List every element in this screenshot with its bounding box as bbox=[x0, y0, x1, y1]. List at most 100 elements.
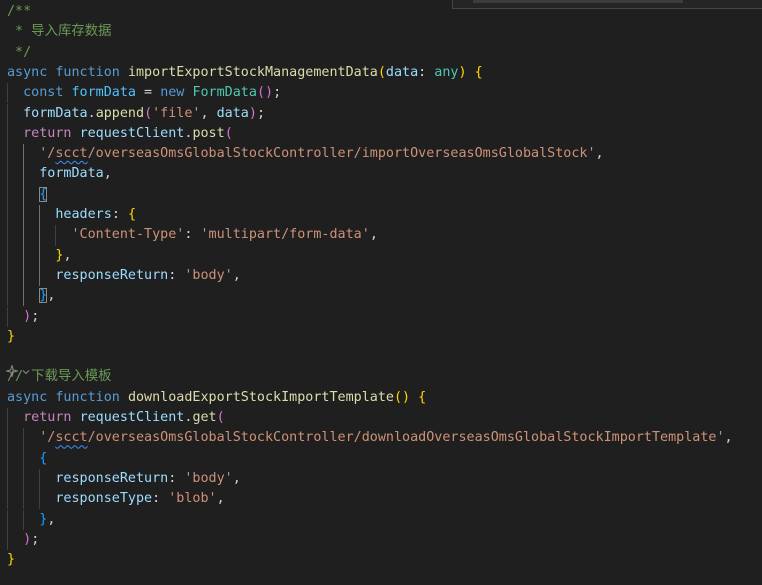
code-line[interactable]: responseReturn: 'body', bbox=[7, 266, 241, 286]
code-token: : bbox=[168, 267, 185, 283]
code-token: scct bbox=[55, 430, 88, 446]
code-line[interactable]: const formData = new FormData(); bbox=[7, 83, 281, 103]
code-token: { bbox=[39, 186, 48, 202]
gutter-actions[interactable] bbox=[4, 363, 30, 383]
code-token: async bbox=[7, 389, 48, 405]
indent-guide bbox=[39, 468, 41, 490]
code-token: new bbox=[160, 85, 185, 101]
indent-guide bbox=[23, 245, 25, 266]
code-token: , bbox=[216, 491, 225, 507]
code-token: /overseasOmsGlobalStockController/downlo… bbox=[87, 430, 725, 446]
indent-guide bbox=[7, 509, 8, 530]
code-line[interactable]: return requestClient.post( bbox=[7, 124, 233, 144]
code-token: data bbox=[216, 105, 249, 121]
code-token: formData bbox=[39, 166, 104, 182]
code-line[interactable]: async function downloadExportStockImport… bbox=[7, 388, 426, 408]
code-line[interactable]: * 导入库存数据 bbox=[7, 22, 112, 42]
code-token: 'Content-Type' bbox=[71, 227, 185, 243]
indent-guide bbox=[7, 428, 8, 449]
code-token: , bbox=[103, 166, 112, 182]
code-line[interactable]: headers: { bbox=[7, 205, 136, 225]
code-line[interactable]: */ bbox=[7, 43, 31, 63]
code-line[interactable]: '/scct/overseasOmsGlobalStockController/… bbox=[7, 144, 603, 164]
find-input[interactable] bbox=[473, 0, 683, 3]
indent-guide bbox=[23, 144, 25, 165]
code-token: data bbox=[385, 64, 419, 80]
code-line[interactable]: formData.append('file', data); bbox=[7, 104, 265, 124]
code-token: : bbox=[111, 207, 128, 222]
code-token: '/ bbox=[39, 430, 56, 446]
code-token: function bbox=[55, 389, 120, 405]
indent-guide bbox=[7, 245, 8, 266]
code-line[interactable]: responseReturn: 'body', bbox=[7, 469, 240, 489]
code-line[interactable]: '/scct/overseasOmsGlobalStockController/… bbox=[7, 428, 732, 448]
find-widget[interactable] bbox=[452, 0, 762, 9]
code-token: return bbox=[23, 410, 72, 425]
code-token: } bbox=[7, 552, 16, 568]
code-token: 'file' bbox=[152, 105, 201, 121]
code-token: () bbox=[256, 85, 274, 101]
code-token: ; bbox=[31, 531, 40, 547]
code-line[interactable]: ); bbox=[7, 307, 39, 327]
code-token: ) bbox=[248, 105, 257, 121]
code-token: * 导入库存数据 bbox=[7, 24, 112, 40]
indent-guide bbox=[7, 468, 8, 490]
code-token: ; bbox=[273, 85, 282, 101]
chevron-down-icon[interactable] bbox=[22, 366, 30, 379]
code-line[interactable]: return requestClient.get( bbox=[7, 408, 225, 428]
code-token: FormData bbox=[192, 85, 257, 101]
code-token: append bbox=[95, 105, 145, 121]
code-token: responseReturn bbox=[55, 267, 169, 283]
indent-guide bbox=[55, 225, 57, 246]
indent-guide bbox=[7, 448, 8, 469]
code-token: ; bbox=[31, 308, 40, 324]
sparkle-icon[interactable] bbox=[4, 363, 22, 379]
code-token: : bbox=[168, 470, 185, 486]
code-line[interactable]: } bbox=[7, 550, 15, 570]
code-token: /overseasOmsGlobalStockController/import… bbox=[87, 146, 596, 162]
code-editor[interactable]: /** * 导入库存数据 */ async function importExpo… bbox=[0, 0, 762, 585]
code-token: { bbox=[127, 207, 136, 222]
indent-guide bbox=[7, 205, 8, 226]
code-token: = bbox=[136, 85, 161, 101]
code-token: { bbox=[39, 450, 48, 466]
code-token: { bbox=[418, 389, 427, 405]
code-line[interactable]: } bbox=[7, 327, 15, 347]
code-line[interactable]: async function importExportStockManageme… bbox=[7, 63, 483, 83]
code-token: '/ bbox=[39, 146, 56, 162]
indent-guide bbox=[7, 164, 8, 185]
code-line[interactable]: }, bbox=[7, 286, 55, 306]
code-line[interactable]: { bbox=[7, 185, 48, 205]
code-token: formData bbox=[71, 85, 137, 101]
code-token: post bbox=[192, 125, 225, 141]
code-line[interactable]: ); bbox=[7, 530, 39, 550]
indent-guide bbox=[7, 144, 8, 165]
code-line[interactable]: /** bbox=[7, 2, 31, 22]
indent-guide bbox=[23, 448, 25, 469]
code-line[interactable]: 'Content-Type': 'multipart/form-data', bbox=[7, 225, 378, 245]
code-token: */ bbox=[7, 44, 32, 60]
code-token: ( bbox=[377, 64, 386, 80]
indent-guide bbox=[39, 225, 41, 246]
code-token: 'multipart/form-data' bbox=[200, 227, 370, 243]
code-token: , bbox=[232, 267, 241, 283]
code-token: return bbox=[23, 125, 72, 141]
code-token: scct bbox=[55, 146, 88, 162]
code-line[interactable]: }, bbox=[7, 510, 55, 530]
indent-guide bbox=[7, 225, 8, 246]
code-token: : bbox=[152, 491, 169, 507]
code-token: 'blob' bbox=[168, 491, 217, 507]
code-line[interactable]: { bbox=[7, 449, 47, 469]
